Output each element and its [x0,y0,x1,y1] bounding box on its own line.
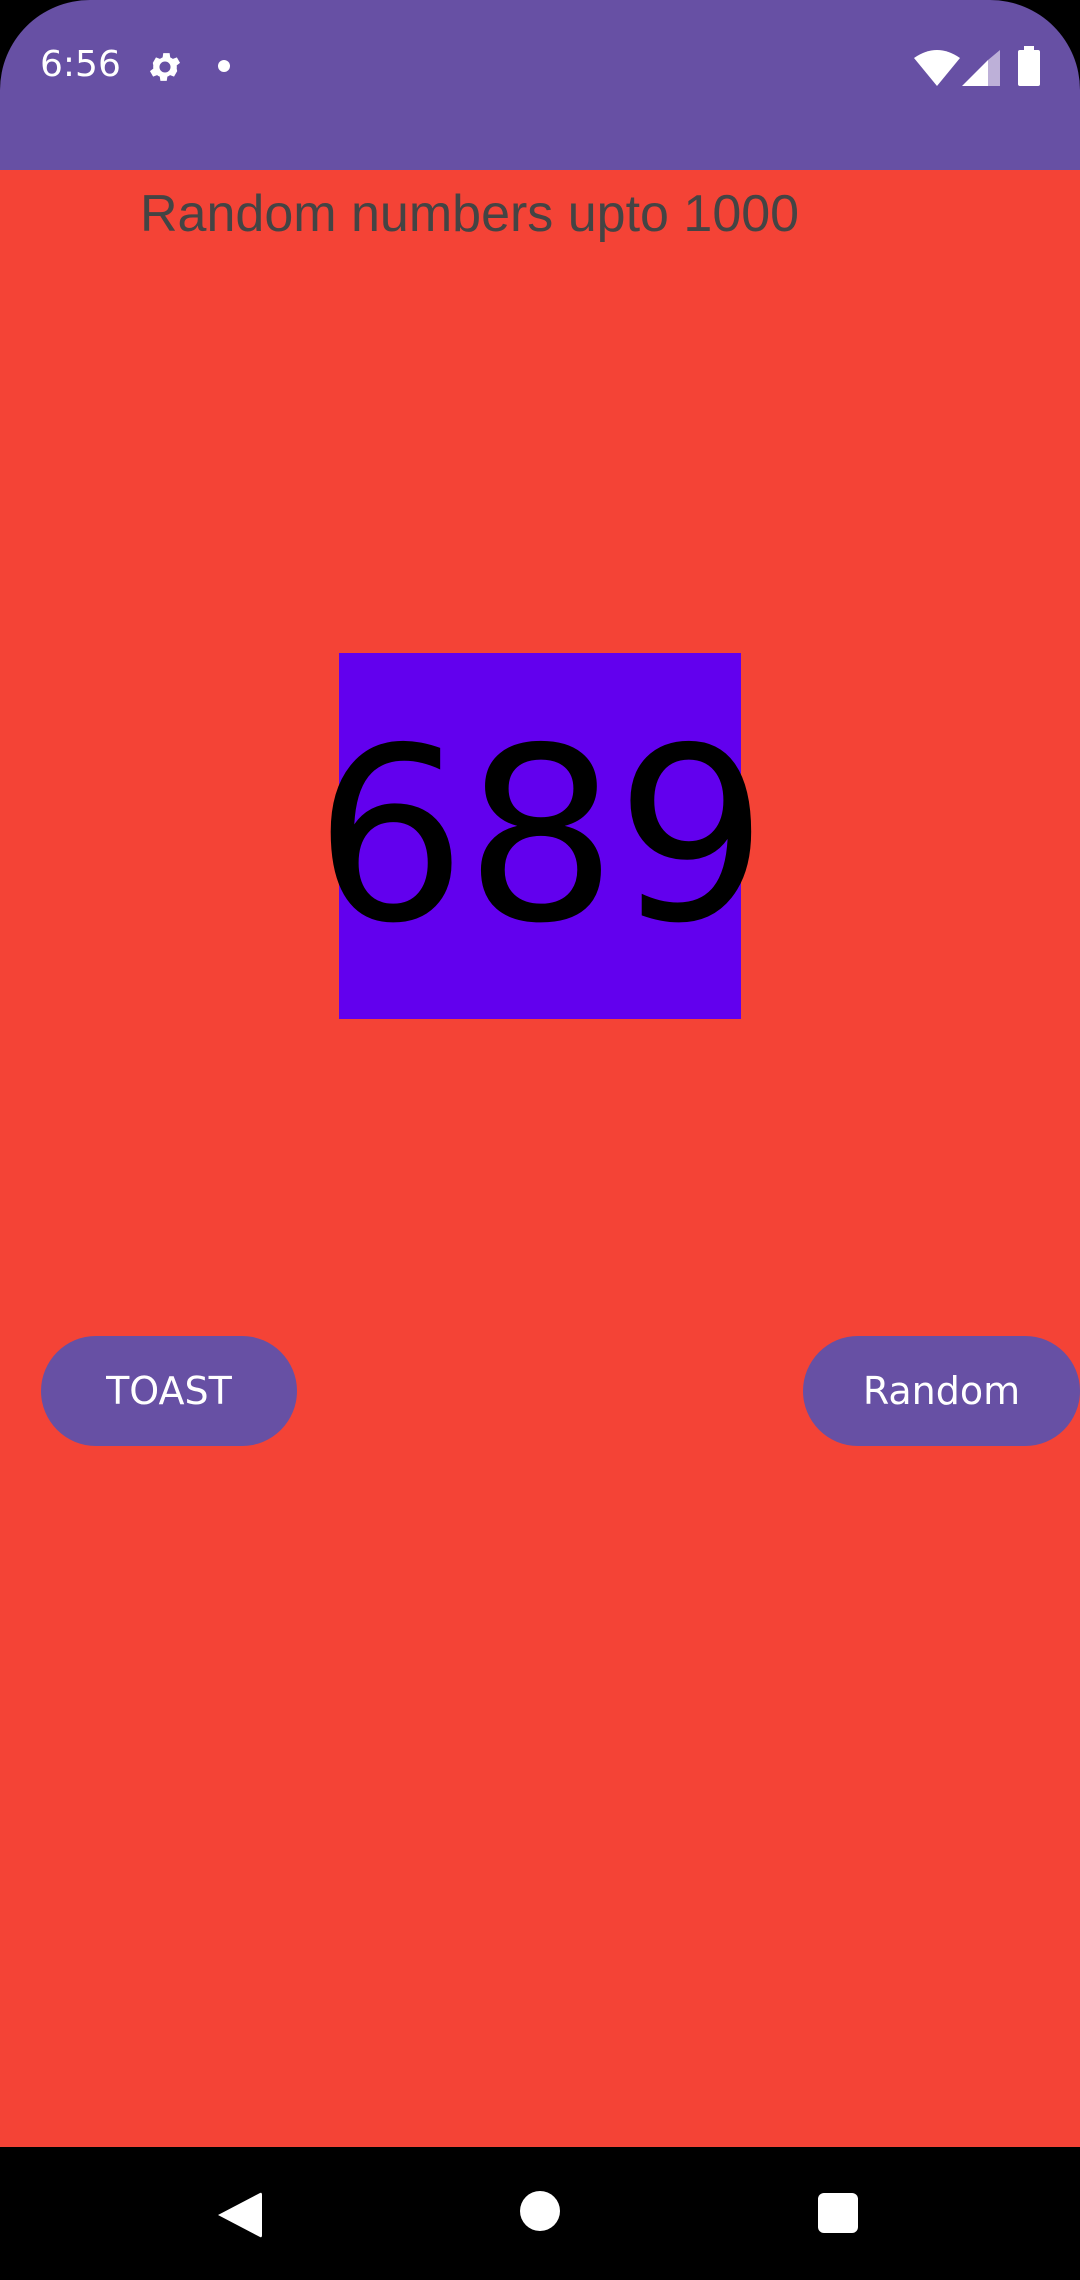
status-bar: 6:56 [0,0,1080,170]
battery-icon [1018,46,1040,86]
notification-dot-icon [218,60,230,72]
status-time: 6:56 [40,44,121,85]
back-icon[interactable] [218,2191,262,2239]
page-title: Random numbers upto 1000 [140,185,800,243]
signal-icon [962,50,1000,86]
random-number-value: 689 [313,696,768,976]
gear-icon [149,53,181,81]
phone-screen: 6:56 Random numbers upto 1000 689 TOAST … [0,0,1080,2280]
navigation-bar [0,2147,1080,2280]
home-icon[interactable] [520,2191,560,2231]
app-content: Random numbers upto 1000 689 TOAST Rando… [0,170,1080,2147]
wifi-icon [914,50,960,86]
recent-apps-icon[interactable] [818,2193,858,2233]
toast-button[interactable]: TOAST [41,1336,297,1446]
random-number-display: 689 [314,653,768,1019]
random-button[interactable]: Random [803,1336,1080,1446]
